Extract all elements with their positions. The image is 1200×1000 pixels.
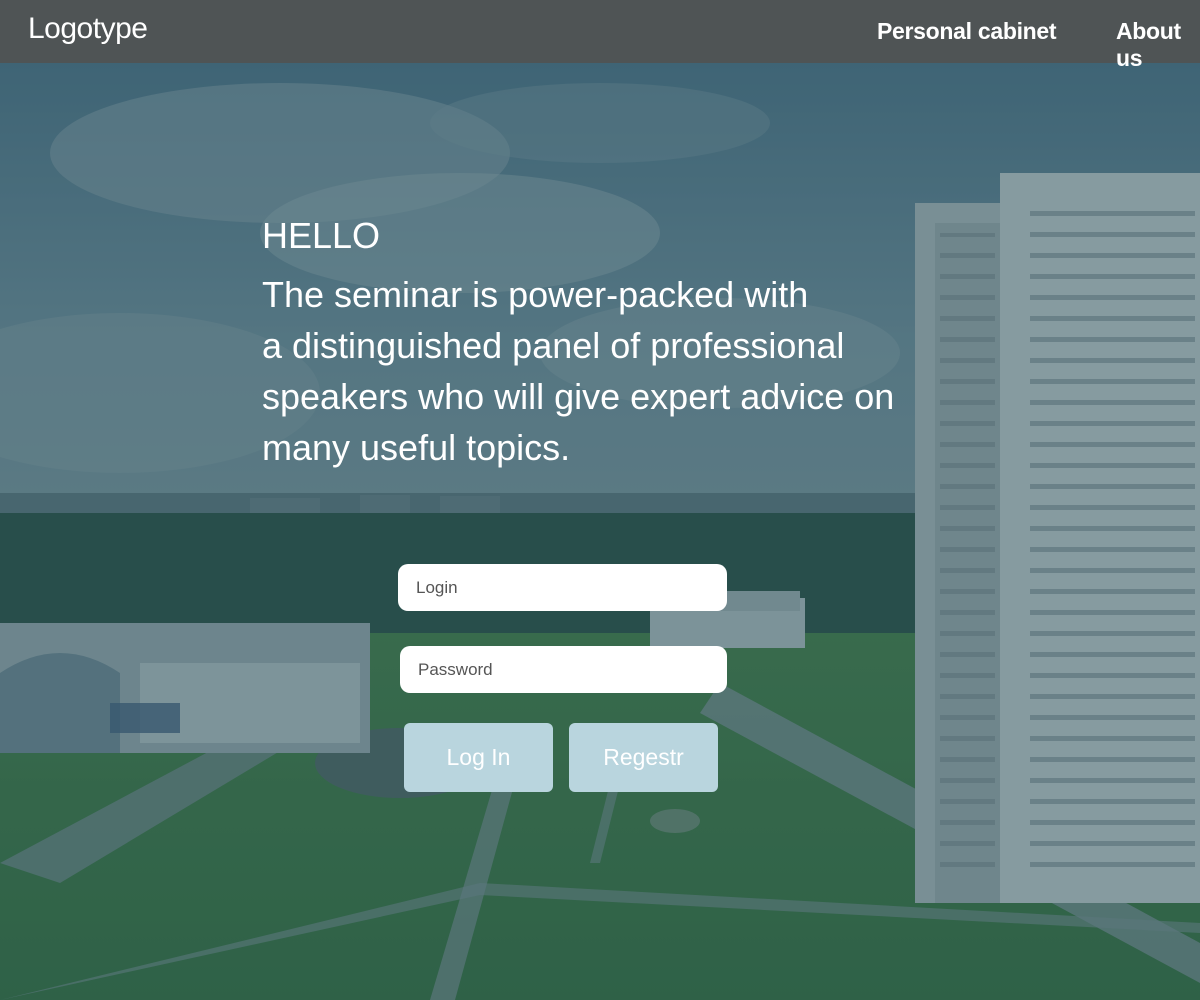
register-button[interactable]: Regestr (569, 723, 718, 792)
hero-section: HELLO The seminar is power-packed with a… (262, 215, 912, 473)
login-input[interactable] (398, 564, 727, 611)
nav-about-us[interactable]: About us (1116, 18, 1200, 72)
login-button[interactable]: Log In (404, 723, 553, 792)
logo[interactable]: Logotype (28, 12, 148, 46)
nav-personal-cabinet[interactable]: Personal cabinet (877, 18, 1057, 45)
background-photo (0, 63, 1200, 1000)
hero-title: HELLO (262, 215, 381, 256)
password-input[interactable] (400, 646, 727, 693)
top-header: Logotype Personal cabinet About us (0, 0, 1200, 71)
hero-description: The seminar is power-packed with a disti… (262, 274, 895, 468)
